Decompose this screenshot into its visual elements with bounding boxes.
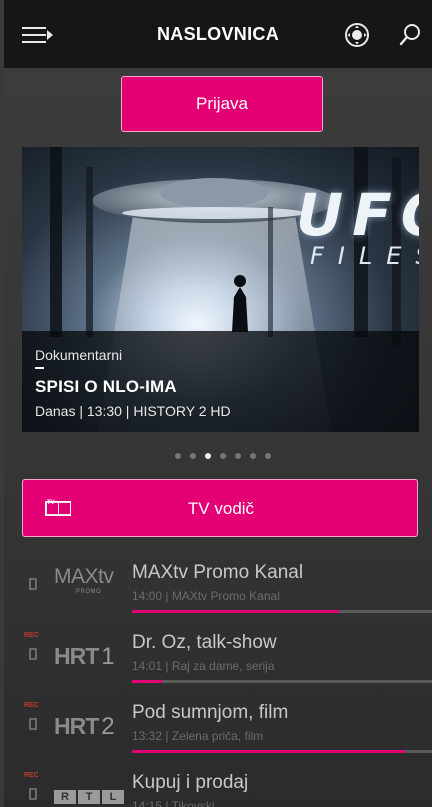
pager-dot[interactable] xyxy=(265,453,271,459)
artwork-title: UFO xyxy=(296,181,419,249)
rec-badge: REC xyxy=(24,702,39,709)
banner-category: Dokumentarni xyxy=(35,347,123,363)
channel-logo-maxtv: MAXtv PROMO xyxy=(54,565,114,596)
banner-meta: Danas | 13:30 | HISTORY 2 HD xyxy=(35,403,231,419)
program-title: Kupuj i prodaj xyxy=(132,772,249,793)
program-progress xyxy=(132,610,432,613)
program-meta: 14:01 | Raj za dame, serija xyxy=(132,659,275,673)
search-icon[interactable] xyxy=(398,22,422,48)
program-title: Dr. Oz, talk-show xyxy=(132,632,277,653)
tv-guide-label: TV vodič xyxy=(187,499,255,518)
program-meta: 14:00 | MAXtv Promo Kanal xyxy=(132,589,280,603)
rec-badge: REC xyxy=(24,772,39,779)
pager-dot-active[interactable] xyxy=(205,453,211,459)
tv-guide-button[interactable]: TV TV vodič xyxy=(22,479,418,537)
channel-row[interactable]: REC RTL Kupuj i prodaj 14:15 | Tikovski.… xyxy=(22,766,432,807)
pager-dot[interactable] xyxy=(175,453,181,459)
channel-row[interactable]: MAXtv PROMO MAXtv Promo Kanal 14:00 | MA… xyxy=(22,556,432,616)
mobile-device-icon[interactable] xyxy=(29,718,37,730)
program-meta: 13:32 | Zelena priča, film xyxy=(132,729,264,743)
mobile-device-icon[interactable] xyxy=(29,648,37,660)
artwork-subtitle: FILES xyxy=(310,242,419,270)
pager-dot[interactable] xyxy=(220,453,226,459)
program-progress xyxy=(132,680,432,683)
remote-control-icon[interactable] xyxy=(344,22,370,48)
channel-row[interactable]: REC HRT 1 Dr. Oz, talk-show 14:01 | Raj z… xyxy=(22,626,432,686)
login-button[interactable]: Prijava xyxy=(121,76,323,132)
channel-logo-rtl: RTL xyxy=(54,790,136,807)
featured-banner[interactable]: UFO FILES Dokumentarni SPISI O NLO-IMA D… xyxy=(22,147,419,432)
program-progress xyxy=(132,750,432,753)
top-bar: NASLOVNICA xyxy=(4,0,432,68)
mobile-device-icon[interactable] xyxy=(29,788,37,800)
channel-logo-hrt1: HRT 1 xyxy=(54,643,115,670)
pager-dot[interactable] xyxy=(190,453,196,459)
pager-dot[interactable] xyxy=(250,453,256,459)
program-meta: 14:15 | Tikovski... xyxy=(132,799,225,807)
home-screen: NASLOVNICA Prijava UF FILE Dokumentarni … xyxy=(4,0,432,807)
mobile-device-icon[interactable] xyxy=(29,578,37,590)
banner-title: SPISI O NLO-IMA xyxy=(35,377,177,396)
category-underline xyxy=(35,367,44,369)
pager-dot[interactable] xyxy=(235,453,241,459)
program-title: MAXtv Promo Kanal xyxy=(132,562,304,583)
rec-badge: REC xyxy=(24,632,39,639)
channel-row[interactable]: REC HRT 2 Pod sumnjom, film 13:32 | Zelen… xyxy=(22,696,432,756)
channel-logo-hrt2: HRT 2 xyxy=(54,713,115,740)
program-title: Pod sumnjom, film xyxy=(132,702,289,723)
